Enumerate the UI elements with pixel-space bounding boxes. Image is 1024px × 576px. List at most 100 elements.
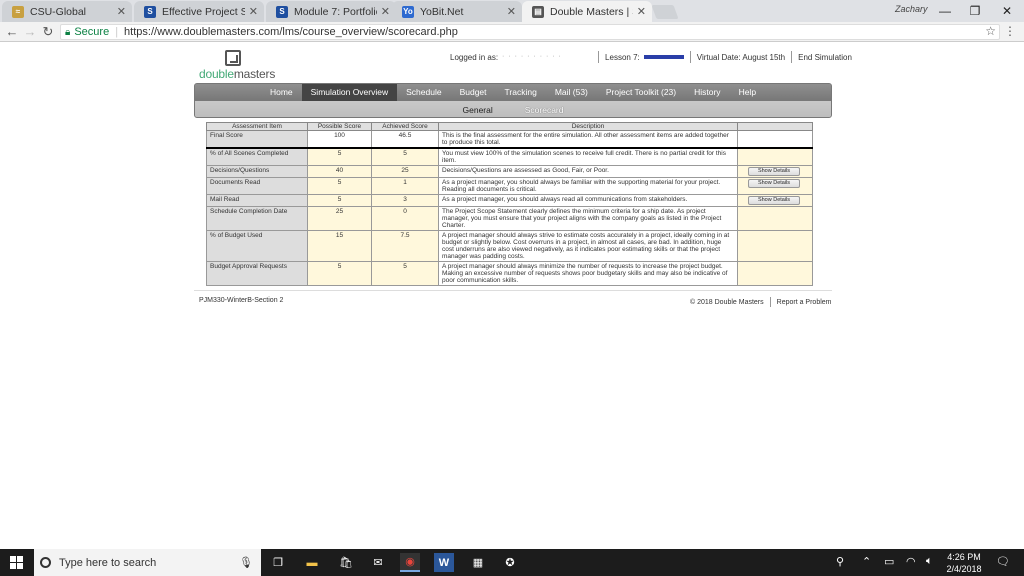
row-achieved: 3: [371, 194, 439, 207]
report-problem-link[interactable]: Report a Problem: [777, 299, 832, 306]
reload-icon[interactable]: ↻: [40, 24, 56, 40]
calculator-icon[interactable]: ▦: [468, 553, 488, 572]
nav-history[interactable]: History: [685, 84, 729, 101]
profile-name[interactable]: Zachary: [895, 4, 928, 14]
taskbar-search-box[interactable]: Type here to search 🎙︎: [34, 549, 261, 576]
browser-tab-strip: ≈ CSU-Global ✕ S Effective Project Sched…: [0, 0, 1024, 22]
table-row: % of Budget Used 15 7.5 A project manage…: [206, 230, 813, 262]
tab-module-7[interactable]: S Module 7: Portfolio Mile: ✕: [266, 1, 396, 22]
show-details-button[interactable]: Show Details: [748, 179, 800, 188]
bookmark-star-icon[interactable]: ☆: [985, 24, 996, 38]
tab-title: CSU-Global: [30, 5, 87, 18]
row-possible: 25: [307, 206, 372, 231]
nav-schedule[interactable]: Schedule: [397, 84, 450, 101]
task-view-icon[interactable]: ❐: [268, 553, 288, 572]
tab-csu-global[interactable]: ≈ CSU-Global ✕: [2, 1, 132, 22]
taskbar-clock[interactable]: 4:26 PM 2/4/2018: [944, 551, 984, 575]
table-row: Decisions/Questions 40 25 Decisions/Ques…: [206, 165, 813, 178]
divider: [689, 51, 691, 63]
minimize-icon[interactable]: —: [930, 2, 960, 20]
row-description: You must view 100% of the simulation sce…: [438, 147, 738, 166]
network-icon[interactable]: ◠: [906, 555, 916, 568]
nav-home[interactable]: Home: [261, 84, 302, 101]
close-icon[interactable]: ✕: [507, 5, 516, 18]
header-assessment-item: Assessment Item: [206, 122, 308, 131]
cortana-icon: [40, 557, 51, 568]
close-icon[interactable]: ✕: [249, 5, 258, 18]
nav-simulation-overview[interactable]: Simulation Overview: [301, 84, 398, 101]
row-achieved: 25: [371, 165, 439, 178]
chevron-up-icon[interactable]: ⌃: [862, 555, 871, 568]
restore-icon[interactable]: ❐: [960, 2, 990, 20]
doublemasters-logo[interactable]: doublemasters: [199, 50, 279, 81]
browser-toolbar: ← → ↻ 🔒︎ Secure | https://www.doublemast…: [0, 22, 1024, 42]
row-achieved: 1: [371, 177, 439, 195]
table-row: Mail Read 5 3 As a project manager, you …: [206, 194, 813, 207]
row-action: Show Details: [737, 165, 813, 178]
table-row: Schedule Completion Date 25 0 The Projec…: [206, 206, 813, 231]
close-icon[interactable]: ✕: [381, 5, 390, 18]
secure-label: Secure: [74, 26, 110, 38]
row-possible: 5: [307, 261, 372, 286]
word-icon[interactable]: W: [434, 553, 454, 572]
chrome-icon[interactable]: ◉: [400, 553, 420, 572]
row-item: Documents Read: [206, 177, 308, 195]
logo-wordmark: doublemasters: [199, 67, 275, 81]
row-possible: 5: [307, 194, 372, 207]
csu-favicon-icon: ≈: [12, 5, 24, 18]
copyright-text: © 2018 Double Masters: [690, 298, 764, 306]
row-action: [737, 230, 813, 262]
nav-help[interactable]: Help: [730, 84, 765, 101]
nav-project-toolkit[interactable]: Project Toolkit (23): [597, 84, 685, 101]
app-icon[interactable]: ✪: [500, 553, 520, 572]
lock-icon: 🔒︎: [65, 26, 71, 38]
virtual-date: Virtual Date: August 15th: [696, 52, 786, 62]
new-tab-button[interactable]: [651, 5, 679, 19]
tab-double-masters[interactable]: ▤ Double Masters | Scorec ✕: [522, 1, 652, 22]
microphone-icon[interactable]: 🎙︎: [239, 556, 253, 569]
close-icon[interactable]: ✕: [117, 5, 126, 18]
user-status-bar: Logged in as: · · · · · · · · · · Lesson…: [450, 51, 852, 63]
nav-mail[interactable]: Mail (53): [546, 84, 597, 101]
tab-title: YoBit.Net: [420, 5, 464, 18]
mail-icon[interactable]: ✉: [368, 553, 388, 572]
kebab-menu-icon[interactable]: ⋮: [1004, 24, 1016, 38]
show-details-button[interactable]: Show Details: [748, 167, 800, 176]
back-arrow-icon[interactable]: ←: [4, 24, 20, 40]
close-icon[interactable]: ✕: [637, 5, 646, 18]
window-close-icon[interactable]: ✕: [992, 2, 1022, 20]
subnav-general[interactable]: General: [447, 105, 509, 115]
logo-word-double: double: [199, 67, 234, 81]
battery-icon[interactable]: ▭: [884, 555, 894, 568]
volume-icon[interactable]: 🔈︎: [926, 555, 933, 568]
logged-in-user: · · · · · · · · · ·: [502, 53, 593, 61]
tab-title: Module 7: Portfolio Mile:: [294, 5, 377, 18]
windows-start-icon[interactable]: [10, 556, 24, 570]
row-possible: 40: [307, 165, 372, 178]
store-icon[interactable]: 🛍︎: [336, 553, 356, 572]
address-bar[interactable]: 🔒︎ Secure | https://www.doublemasters.co…: [60, 24, 1000, 40]
file-explorer-icon[interactable]: ▬: [302, 553, 322, 572]
main-navigation: Home Simulation Overview Schedule Budget…: [194, 83, 832, 118]
row-action: [737, 206, 813, 231]
nav-tracking[interactable]: Tracking: [496, 84, 546, 101]
show-details-button[interactable]: Show Details: [748, 196, 800, 205]
subnav-scorecard[interactable]: Scorecard: [509, 105, 580, 115]
clock-date: 2/4/2018: [946, 564, 982, 574]
tab-effective-project[interactable]: S Effective Project Schedul ✕: [134, 1, 264, 22]
people-icon[interactable]: ⚲: [836, 555, 844, 568]
notifications-icon[interactable]: 🗨︎: [996, 555, 1010, 568]
tab-yobit[interactable]: Yo YoBit.Net ✕: [392, 1, 522, 22]
table-header-row: Assessment Item Possible Score Achieved …: [206, 122, 813, 131]
forward-arrow-icon[interactable]: →: [22, 24, 38, 40]
clock-time: 4:26 PM: [947, 552, 981, 562]
row-item: Schedule Completion Date: [206, 206, 308, 231]
nav-budget[interactable]: Budget: [451, 84, 496, 101]
row-action: Show Details: [737, 194, 813, 207]
row-description: Decisions/Questions are assessed as Good…: [438, 165, 738, 178]
end-simulation-link[interactable]: End Simulation: [798, 53, 852, 62]
row-action: Show Details: [737, 177, 813, 195]
search-placeholder: Type here to search: [59, 556, 157, 569]
lesson-progress-bar: [643, 55, 684, 59]
header-possible-score: Possible Score: [307, 122, 372, 131]
